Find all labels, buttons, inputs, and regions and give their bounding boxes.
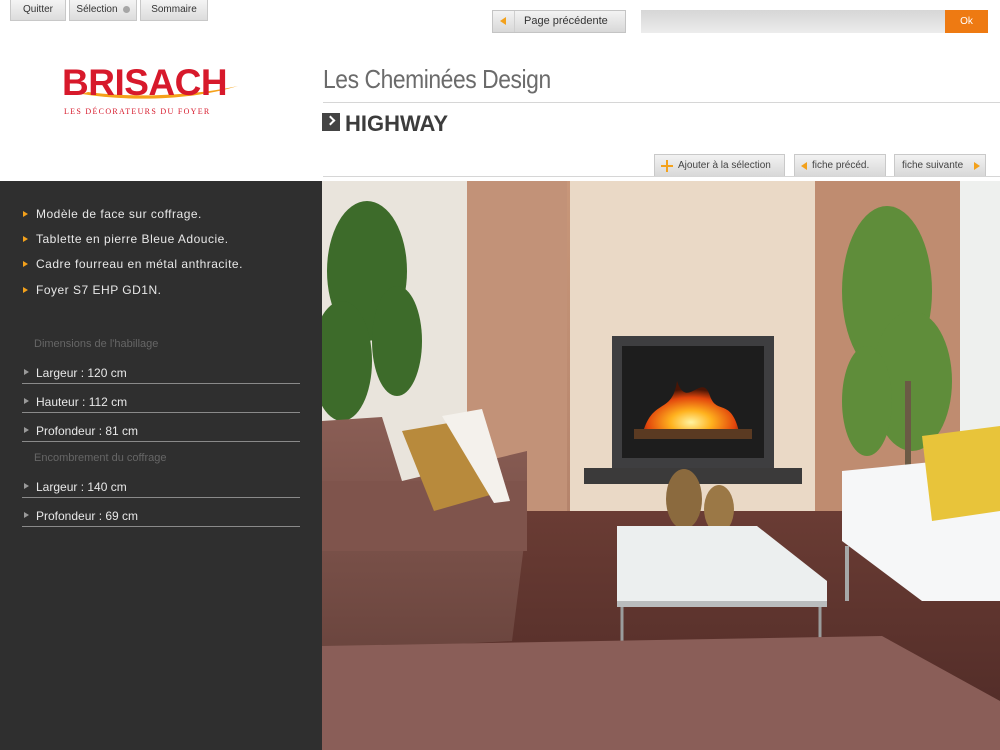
quit-button[interactable]: Quitter [10, 0, 66, 21]
selection-label: Sélection [76, 4, 118, 15]
dimension-row: Profondeur : 81 cm [22, 422, 300, 442]
previous-sheet-button[interactable]: fiche précéd. [794, 154, 886, 176]
arrow-left-icon [801, 162, 807, 170]
add-to-selection-button[interactable]: Ajouter à la sélection [654, 154, 785, 176]
previous-page-button[interactable]: Page précédente [492, 10, 626, 33]
bullet-icon [23, 236, 28, 242]
plus-icon [661, 160, 673, 172]
fireplace-room-illustration [322, 181, 1000, 750]
bullet-icon [23, 211, 28, 217]
coffrage-dimensions-heading: Encombrement du coffrage [34, 452, 167, 464]
bullet-icon [24, 398, 29, 404]
dimension-row: Hauteur : 112 cm [22, 393, 300, 413]
dimension-row: Largeur : 140 cm [22, 478, 300, 498]
bullet-icon [24, 369, 29, 375]
bullet-icon [24, 512, 29, 518]
selection-indicator-icon [122, 5, 130, 13]
add-to-selection-label: Ajouter à la sélection [678, 160, 771, 171]
arrow-left-box [493, 11, 515, 32]
app-window: Quitter Sélection Sommaire Page précéden… [0, 0, 1000, 750]
next-sheet-label: fiche suivante [902, 160, 964, 171]
title-divider [323, 102, 1000, 103]
bullet-icon [23, 261, 28, 267]
brisach-logo: BRISACH LES DÉCORATEURS DU FOYER [62, 64, 242, 124]
summary-button[interactable]: Sommaire [140, 0, 208, 21]
product-photo [322, 181, 1000, 750]
selection-button[interactable]: Sélection [69, 0, 137, 21]
product-title: HIGHWAY [345, 111, 449, 136]
search-ok-button[interactable]: Ok [945, 10, 988, 33]
previous-page-label: Page précédente [524, 15, 608, 27]
section-title: Les Cheminées Design [323, 64, 551, 94]
dimension-row: Profondeur : 69 cm [22, 507, 300, 527]
nav-divider [323, 176, 1000, 177]
title-chevron-icon [322, 113, 340, 131]
bullet-icon [24, 427, 29, 433]
previous-sheet-label: fiche précéd. [812, 160, 870, 171]
logo-wordmark: BRISACH [62, 62, 228, 103]
bullet-icon [24, 483, 29, 489]
arrow-left-icon [500, 17, 506, 25]
search-input[interactable] [641, 10, 945, 33]
logo-tagline: LES DÉCORATEURS DU FOYER [64, 107, 211, 116]
bullet-icon [23, 287, 28, 293]
next-sheet-button[interactable]: fiche suivante [894, 154, 986, 176]
arrow-right-icon [974, 162, 980, 170]
habillage-dimensions-heading: Dimensions de l'habillage [34, 338, 159, 350]
dimension-row: Largeur : 120 cm [22, 364, 300, 384]
